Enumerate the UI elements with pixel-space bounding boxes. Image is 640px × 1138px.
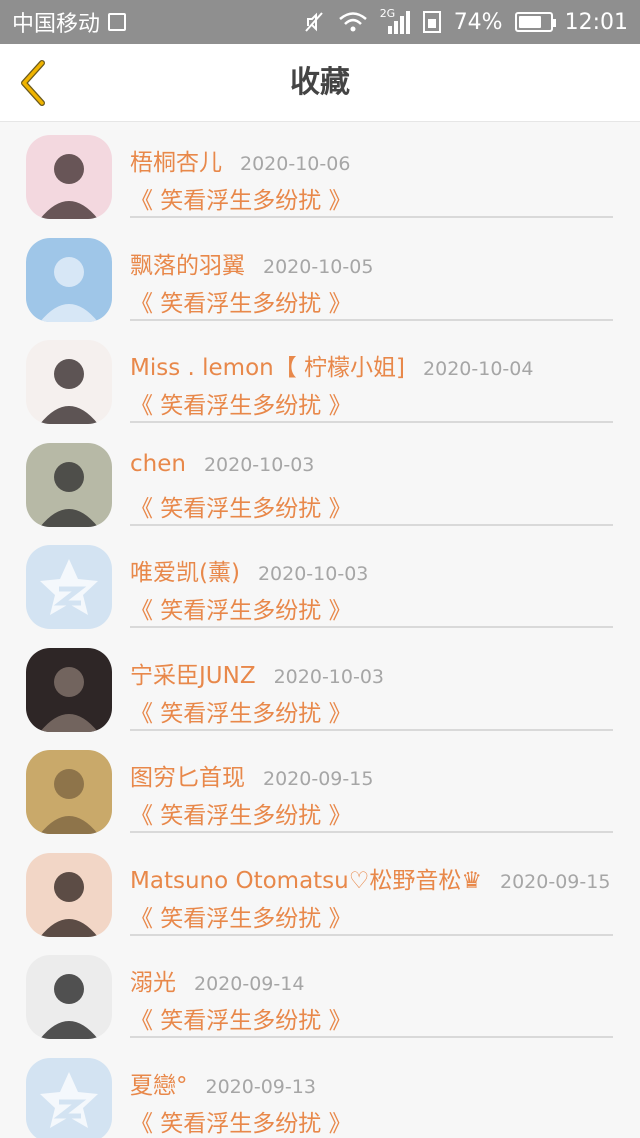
user-photo bbox=[26, 340, 112, 424]
work-title[interactable]: 《 笑看浮生多纷扰 》 bbox=[130, 1001, 352, 1035]
battery-icon bbox=[514, 12, 556, 32]
work-title[interactable]: 《 笑看浮生多纷扰 》 bbox=[130, 694, 352, 728]
status-bar: 中国移动 2G 74% 12:01 bbox=[0, 0, 640, 44]
username[interactable]: 飘落的羽翼 bbox=[130, 246, 245, 280]
work-title[interactable]: 《 笑看浮生多纷扰 》 bbox=[130, 284, 352, 318]
avatar[interactable] bbox=[26, 237, 112, 322]
list-item[interactable]: 飘落的羽翼 2020-10-05 《 笑看浮生多纷扰 》 bbox=[0, 226, 640, 329]
list-item[interactable]: Matsuno Otomatsu♡松野音松♛ 2020-09-15 《 笑看浮生多纷… bbox=[0, 841, 640, 944]
page-title: 收藏 bbox=[290, 65, 350, 100]
item-content: 溺光 2020-09-14 《 笑看浮生多纷扰 》 bbox=[130, 943, 613, 1038]
list-item[interactable]: 梧桐杏儿 2020-10-06 《 笑看浮生多纷扰 》 bbox=[0, 123, 640, 226]
status-icons: 2G 74% 12:01 bbox=[302, 7, 628, 35]
item-content: Matsuno Otomatsu♡松野音松♛ 2020-09-15 《 笑看浮生多纷… bbox=[130, 841, 613, 936]
username[interactable]: chen bbox=[130, 451, 186, 477]
item-header: 梧桐杏儿 2020-10-06 bbox=[130, 143, 350, 177]
avatar[interactable] bbox=[26, 852, 112, 937]
avatar[interactable] bbox=[26, 1057, 112, 1138]
avatar[interactable] bbox=[26, 340, 112, 424]
avatar[interactable] bbox=[26, 442, 112, 527]
wifi-icon bbox=[338, 12, 367, 32]
username[interactable]: 夏戀° bbox=[130, 1066, 188, 1100]
item-header: 宁采臣JUNZ 2020-10-03 bbox=[130, 656, 384, 690]
item-content: chen 2020-10-03 《 笑看浮生多纷扰 》 bbox=[130, 431, 613, 526]
carrier-group: 中国移动 bbox=[12, 6, 127, 38]
date: 2020-10-03 bbox=[257, 563, 369, 585]
item-header: 溺光 2020-09-14 bbox=[130, 963, 304, 997]
clock: 12:01 bbox=[564, 9, 628, 35]
list-item[interactable]: 图穷匕首现 2020-09-15 《 笑看浮生多纷扰 》 bbox=[0, 738, 640, 841]
qzone-star-icon bbox=[26, 545, 112, 629]
sim-icon bbox=[108, 13, 127, 31]
list-item[interactable]: Miss . lemon【 柠檬小姐] 2020-10-04 《 笑看浮生多纷扰 》 bbox=[0, 328, 640, 431]
work-title[interactable]: 《 笑看浮生多纷扰 》 bbox=[130, 181, 352, 215]
mute-icon bbox=[304, 12, 323, 32]
item-header: 唯爱凯(薰) 2020-10-03 bbox=[130, 553, 368, 587]
date: 2020-10-03 bbox=[273, 665, 385, 688]
list-item[interactable]: 夏戀° 2020-09-13 《 笑看浮生多纷扰 》 bbox=[0, 1046, 640, 1138]
date: 2020-09-15 bbox=[263, 768, 374, 790]
item-header: Miss . lemon【 柠檬小姐] 2020-10-04 bbox=[130, 348, 533, 382]
item-header: 飘落的羽翼 2020-10-05 bbox=[130, 246, 373, 280]
user-photo bbox=[26, 442, 112, 527]
signal-icon: 2G bbox=[380, 7, 410, 35]
user-photo bbox=[26, 647, 112, 732]
username[interactable]: 图穷匕首现 bbox=[130, 758, 245, 792]
work-title[interactable]: 《 笑看浮生多纷扰 》 bbox=[130, 1104, 352, 1138]
item-header: chen 2020-10-03 bbox=[130, 451, 314, 477]
item-content: 唯爱凯(薰) 2020-10-03 《 笑看浮生多纷扰 》 bbox=[130, 533, 613, 628]
item-content: 宁采臣JUNZ 2020-10-03 《 笑看浮生多纷扰 》 bbox=[130, 636, 613, 731]
battery-percent: 74% bbox=[453, 9, 503, 35]
username[interactable]: 溺光 bbox=[130, 963, 176, 997]
list-item[interactable]: 唯爱凯(薰) 2020-10-03 《 笑看浮生多纷扰 》 bbox=[0, 533, 640, 636]
item-header: 夏戀° 2020-09-13 bbox=[130, 1066, 316, 1100]
work-title[interactable]: 《 笑看浮生多纷扰 》 bbox=[130, 386, 352, 420]
username[interactable]: 宁采臣JUNZ bbox=[130, 656, 256, 690]
work-title[interactable]: 《 笑看浮生多纷扰 》 bbox=[130, 796, 352, 830]
username[interactable]: 唯爱凯(薰) bbox=[130, 553, 240, 587]
favorites-list: 梧桐杏儿 2020-10-06 《 笑看浮生多纷扰 》飘落的羽翼 2020-10-05… bbox=[0, 123, 640, 1138]
item-header: Matsuno Otomatsu♡松野音松♛ 2020-09-15 bbox=[130, 861, 610, 895]
work-title[interactable]: 《 笑看浮生多纷扰 》 bbox=[130, 591, 352, 625]
item-content: 梧桐杏儿 2020-10-06 《 笑看浮生多纷扰 》 bbox=[130, 123, 613, 218]
user-photo bbox=[26, 852, 112, 937]
user-photo bbox=[26, 955, 112, 1039]
date: 2020-09-13 bbox=[205, 1075, 316, 1098]
sim-card-icon bbox=[422, 11, 441, 33]
avatar[interactable] bbox=[26, 647, 112, 732]
date: 2020-09-14 bbox=[194, 973, 305, 995]
avatar[interactable] bbox=[26, 750, 112, 834]
avatar[interactable] bbox=[26, 545, 112, 629]
item-content: Miss . lemon【 柠檬小姐] 2020-10-04 《 笑看浮生多纷扰 》 bbox=[130, 328, 613, 423]
list-item[interactable]: 宁采臣JUNZ 2020-10-03 《 笑看浮生多纷扰 》 bbox=[0, 636, 640, 739]
date: 2020-10-05 bbox=[263, 255, 374, 278]
work-title[interactable]: 《 笑看浮生多纷扰 》 bbox=[130, 489, 352, 523]
user-photo bbox=[26, 135, 112, 219]
list-item[interactable]: 溺光 2020-09-14 《 笑看浮生多纷扰 》 bbox=[0, 943, 640, 1046]
work-title[interactable]: 《 笑看浮生多纷扰 》 bbox=[130, 899, 352, 933]
list-item[interactable]: chen 2020-10-03 《 笑看浮生多纷扰 》 bbox=[0, 431, 640, 534]
date: 2020-10-06 bbox=[240, 153, 351, 175]
username[interactable]: Matsuno Otomatsu♡松野音松♛ bbox=[130, 861, 482, 895]
username[interactable]: 梧桐杏儿 bbox=[130, 143, 222, 177]
avatar[interactable] bbox=[26, 135, 112, 219]
item-content: 夏戀° 2020-09-13 《 笑看浮生多纷扰 》 bbox=[130, 1046, 613, 1138]
user-photo bbox=[26, 750, 112, 834]
qzone-star-icon bbox=[26, 1057, 112, 1138]
nav-bar: 收藏 bbox=[0, 44, 640, 122]
date: 2020-10-03 bbox=[203, 453, 315, 476]
username[interactable]: Miss . lemon【 柠檬小姐] bbox=[130, 348, 405, 382]
user-photo bbox=[26, 237, 112, 322]
date: 2020-10-04 bbox=[423, 358, 534, 380]
item-content: 图穷匕首现 2020-09-15 《 笑看浮生多纷扰 》 bbox=[130, 738, 613, 833]
item-content: 飘落的羽翼 2020-10-05 《 笑看浮生多纷扰 》 bbox=[130, 226, 613, 321]
carrier-name: 中国移动 bbox=[12, 12, 101, 37]
item-header: 图穷匕首现 2020-09-15 bbox=[130, 758, 373, 792]
avatar[interactable] bbox=[26, 955, 112, 1039]
date: 2020-09-15 bbox=[500, 870, 611, 893]
